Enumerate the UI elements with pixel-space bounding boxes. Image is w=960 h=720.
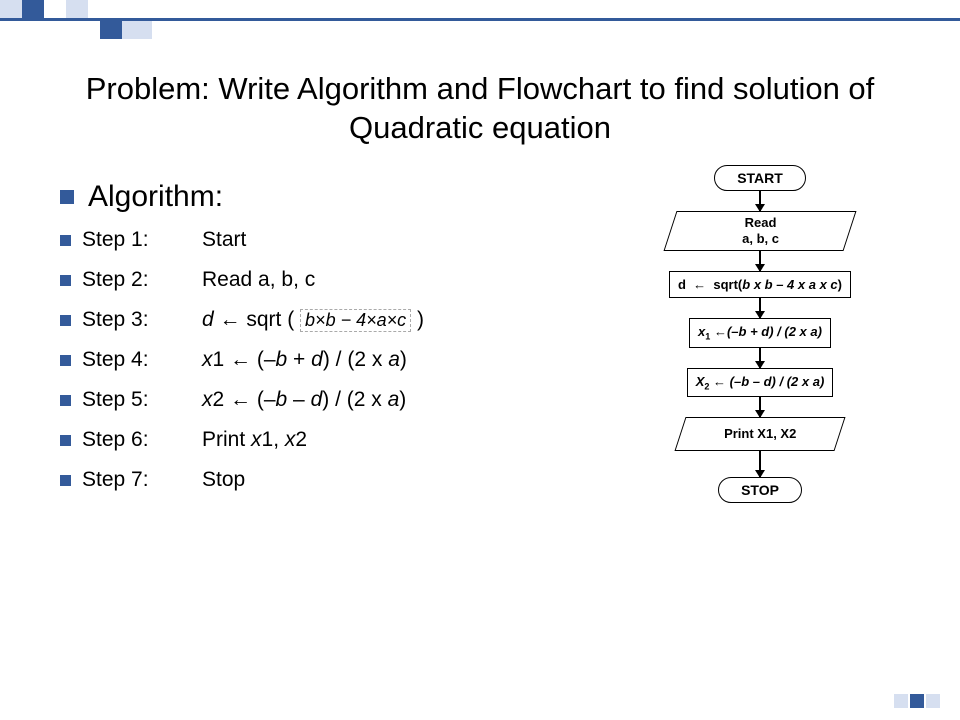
step-label: Step 1: [82, 228, 202, 252]
flow-arrow-icon [759, 451, 761, 477]
step-text: x2 ← (–b – d) / (2 x a) [202, 388, 406, 412]
bullet-icon [60, 315, 71, 326]
slide-title: Problem: Write Algorithm and Flowchart t… [50, 70, 910, 148]
step-7: Step 7: Stop [60, 468, 560, 492]
algorithm-heading: Algorithm: [88, 180, 223, 214]
step-label: Step 5: [82, 388, 202, 412]
bullet-icon [60, 395, 71, 406]
step-label: Step 3: [82, 308, 202, 332]
bullet-icon [60, 275, 71, 286]
flowchart-print: Print X1, X2 [674, 417, 845, 451]
step-5: Step 5: x2 ← (–b – d) / (2 x a) [60, 388, 560, 412]
flowchart-start: START [714, 165, 806, 191]
flowchart-calc-x2: X2 ← (–b – d) / (2 x a) [687, 368, 834, 398]
step-text: x1 ← (–b + d) / (2 x a) [202, 348, 407, 372]
flow-arrow-icon [759, 348, 761, 368]
step-text: Read a, b, c [202, 268, 315, 292]
flowchart-stop: STOP [718, 477, 802, 503]
step-1: Step 1: Start [60, 228, 560, 252]
step-label: Step 4: [82, 348, 202, 372]
step-label: Step 7: [82, 468, 202, 492]
algorithm-section: Algorithm: Step 1: Start Step 2: Read a,… [60, 180, 560, 508]
flow-arrow-icon [759, 397, 761, 417]
step-label: Step 6: [82, 428, 202, 452]
flow-arrow-icon [759, 191, 761, 211]
step-6: Step 6: Print x1, x2 [60, 428, 560, 452]
slide-decoration-bottom [892, 694, 940, 708]
flowchart-calc-x1: x1 ←(–b + d) / (2 x a) [689, 318, 831, 348]
flow-arrow-icon [759, 251, 761, 271]
flow-arrow-icon [759, 298, 761, 318]
step-2: Step 2: Read a, b, c [60, 268, 560, 292]
flowchart-calc-d: d ← sqrt(b x b – 4 x a x c) [669, 271, 851, 298]
step-text: Start [202, 228, 246, 252]
step-text: d ← sqrt ( b×b − 4×a×c ) [202, 308, 424, 332]
bullet-icon [60, 475, 71, 486]
step-3: Step 3: d ← sqrt ( b×b − 4×a×c ) [60, 308, 560, 332]
flowchart: START Reada, b, c d ← sqrt(b x b – 4 x a… [620, 165, 900, 503]
step-label: Step 2: [82, 268, 202, 292]
bullet-icon [60, 235, 71, 246]
flowchart-read: Reada, b, c [664, 211, 857, 251]
slide-decoration-top [0, 0, 200, 38]
step-text: Print x1, x2 [202, 428, 307, 452]
step-4: Step 4: x1 ← (–b + d) / (2 x a) [60, 348, 560, 372]
bullet-icon [60, 355, 71, 366]
bullet-icon [60, 190, 74, 204]
step-text: Stop [202, 468, 245, 492]
bullet-icon [60, 435, 71, 446]
